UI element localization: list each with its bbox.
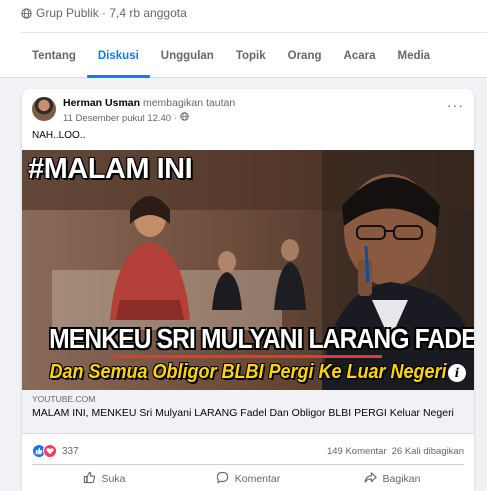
post-text: NAH..LOO.. — [32, 130, 86, 141]
thumbnail-caption-top: #MALAM INI — [28, 153, 193, 185]
tab-tentang[interactable]: Tentang — [21, 38, 87, 78]
reaction-count: 337 — [62, 445, 79, 457]
more-options-icon[interactable]: ··· — [447, 98, 464, 112]
header-divider — [21, 32, 487, 33]
like-label: Suka — [101, 473, 126, 485]
thumbnail-caption-sub: Dan Semua Obligor BLBI Pergi Ke Luar Neg… — [49, 361, 447, 383]
link-preview[interactable]: YOUTUBE.COM MALAM INI, MENKEU Sri Mulyan… — [22, 390, 474, 434]
love-icon — [43, 444, 57, 458]
tab-orang[interactable]: Orang — [277, 38, 333, 78]
post-time: 11 Desember pukul 12.40 · — [63, 112, 190, 124]
tab-acara[interactable]: Acara — [333, 38, 387, 78]
tab-topik[interactable]: Topik — [225, 38, 277, 78]
group-meta-text: Grup Publik · 7,4 rb anggota — [36, 6, 187, 20]
thumbs-up-icon — [83, 471, 96, 487]
link-thumbnail[interactable]: #MALAM INI MENKEU SRI MULYANI LARANG FAD… — [22, 150, 474, 390]
reaction-summary[interactable]: 337 — [32, 444, 79, 458]
thumbnail-caption-main: MENKEU SRI MULYANI LARANG FADEL — [49, 323, 474, 354]
comment-label: Komentar — [234, 473, 281, 485]
post-header: Herman Usman membagikan tautan — [63, 97, 235, 109]
share-count[interactable]: 26 Kali dibagikan — [392, 446, 464, 457]
tab-diskusi[interactable]: Diskusi — [86, 38, 150, 78]
comment-count[interactable]: 149 Komentar — [327, 446, 387, 457]
tab-unggulan[interactable]: Unggulan — [150, 38, 225, 78]
link-domain: YOUTUBE.COM — [32, 394, 96, 404]
share-icon — [364, 471, 377, 487]
post-actions: Suka Komentar Bagikan — [32, 468, 464, 490]
comment-button[interactable]: Komentar — [176, 468, 320, 490]
tab-media[interactable]: Media — [386, 38, 441, 78]
globe-icon — [21, 7, 32, 19]
share-button[interactable]: Bagikan — [320, 468, 464, 490]
author-name[interactable]: Herman Usman — [63, 97, 140, 109]
avatar[interactable] — [32, 97, 56, 121]
comment-icon — [216, 471, 229, 487]
engagement-counts: 149 Komentar 26 Kali dibagikan — [327, 446, 464, 457]
group-meta: Grup Publik · 7,4 rb anggota — [21, 6, 187, 20]
link-title: MALAM INI, MENKEU Sri Mulyani LARANG Fad… — [32, 407, 454, 419]
group-header: Grup Publik · 7,4 rb anggota Tentang Dis… — [0, 0, 487, 78]
timestamp[interactable]: 11 Desember pukul 12.40 — [63, 113, 171, 124]
group-tabs: Tentang Diskusi Unggulan Topik Orang Aca… — [21, 38, 441, 78]
post-card: Herman Usman membagikan tautan 11 Desemb… — [22, 89, 474, 491]
info-icon[interactable]: i — [448, 364, 466, 382]
thumbnail-red-bar — [114, 355, 382, 358]
author-action: membagikan tautan — [142, 97, 236, 109]
share-label: Bagikan — [382, 473, 421, 485]
action-divider — [32, 464, 464, 465]
privacy-globe-icon — [180, 112, 190, 124]
like-button[interactable]: Suka — [32, 468, 176, 490]
